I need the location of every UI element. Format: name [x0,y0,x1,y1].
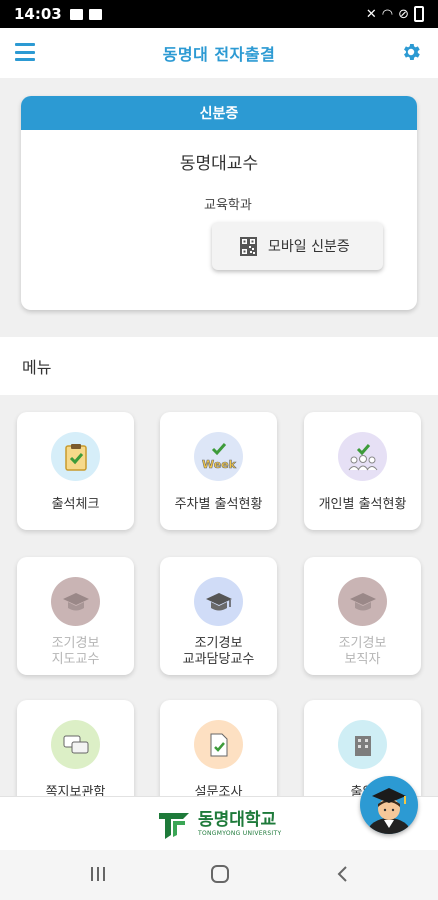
chat-bubbles-icon [51,720,100,769]
status-time: 14:03 [14,5,62,23]
mute-icon: ✕ [365,6,377,22]
mail-notification-icon [88,8,102,20]
menu-tile-individual-attendance[interactable]: 개인별 출석현황 [304,412,421,530]
people-check-icon [338,432,387,481]
menu-header: 메뉴 [0,337,438,395]
gallery-notification-icon [69,8,83,20]
menu-tile-early-warning-advisor[interactable]: 조기경보 지도교수 [17,557,134,675]
system-nav-bar [0,850,438,900]
app-bar: 동명대 전자출결 [0,28,438,78]
survey-icon [194,720,243,769]
logo-korean-text: 동명대학교 [198,810,277,830]
qr-code-icon [240,236,257,256]
menu-tile-early-warning-instructor[interactable]: 조기경보 교과담당교수 [160,557,277,675]
tile-label: 조기경보 교과담당교수 [182,636,255,667]
user-department: 교육학과 [204,198,252,213]
tile-label: 개인별 출석현황 [318,497,407,512]
home-icon[interactable] [210,864,230,884]
week-check-icon: Week [194,432,243,481]
wifi-icon: ◠ [381,6,394,22]
back-icon[interactable] [335,864,351,884]
graduation-cap-icon [194,577,243,626]
tile-label: 조기경보 지도교수 [51,636,100,667]
graduation-cap-icon [338,577,387,626]
clipboard-check-icon [51,432,100,481]
status-bar: 14:03 ✕ ◠ ⊘ [0,0,438,28]
svg-text:Week: Week [202,458,237,471]
university-logo: 동명대학교 TONGMYONG UNIVERSITY [157,805,287,843]
menu-tile-early-warning-staff[interactable]: 조기경보 보직자 [304,557,421,675]
gear-icon[interactable] [400,41,422,63]
id-card: 신분증 동명대교수 교육학과 모바일 신분증 [21,96,417,310]
app-title: 동명대 전자출결 [162,45,276,64]
menu-tile-attendance-check[interactable]: 출석체크 [17,412,134,530]
status-icons: ✕ ◠ ⊘ [366,6,424,22]
mobile-id-label: 모바일 신분증 [268,239,350,255]
recent-apps-icon[interactable] [89,864,107,884]
mobile-id-button[interactable]: 모바일 신분증 [212,222,383,270]
no-sim-icon: ⊘ [398,6,409,22]
hamburger-menu-icon[interactable] [15,43,35,61]
building-icon [338,720,387,769]
graduate-icon [367,788,411,834]
tile-label: 조기경보 보직자 [338,636,387,667]
graduate-avatar-button[interactable] [360,776,418,834]
tile-label: 주차별 출석현황 [174,497,263,512]
user-name: 동명대교수 [179,154,259,174]
battery-icon [414,6,424,22]
university-emblem-icon [159,813,189,839]
logo-english-text: TONGMYONG UNIVERSITY [198,830,282,837]
id-card-header: 신분증 [21,96,417,130]
menu-tile-weekly-attendance[interactable]: Week 주차별 출석현황 [160,412,277,530]
tile-label: 출석체크 [51,497,100,512]
graduation-cap-icon [51,577,100,626]
